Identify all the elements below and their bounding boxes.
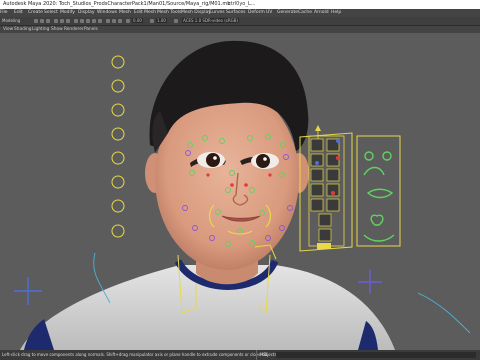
wireframe-icon[interactable] — [74, 19, 78, 23]
menu-windows[interactable]: Windows — [97, 9, 117, 17]
3d-viewport[interactable] — [0, 33, 480, 350]
smooth-shade-icon[interactable] — [80, 19, 84, 23]
menu-arnold[interactable]: Arnold — [314, 9, 329, 17]
grid-icon[interactable] — [54, 19, 58, 23]
menu-surfaces[interactable]: Surfaces — [226, 9, 246, 17]
panel-menu-view[interactable]: View — [3, 26, 13, 33]
menu-generate[interactable]: Generate — [277, 9, 298, 17]
expression-gui-panel[interactable] — [356, 135, 401, 247]
menu-create[interactable]: Create — [28, 9, 43, 17]
color-management-icon[interactable] — [174, 19, 178, 23]
command-line-input[interactable] — [276, 352, 476, 358]
mel-label[interactable]: MEL — [256, 350, 271, 360]
menu-file[interactable]: File — [0, 9, 8, 17]
panel-menu-renderer[interactable]: Renderer — [64, 26, 84, 33]
resolution-gate-icon[interactable] — [66, 19, 70, 23]
panel-menu-bar: View Shading Lighting Show Renderer Pane… — [0, 26, 480, 33]
menu-cache[interactable]: Cache — [298, 9, 312, 17]
menu-mesh-display[interactable]: Mesh Display — [181, 9, 211, 17]
help-line: Left-click drag to move components along… — [0, 350, 480, 360]
locator-cross-left[interactable] — [14, 277, 42, 305]
facial-control-circles[interactable] — [111, 55, 125, 238]
panel-menu-show[interactable]: Show — [51, 26, 63, 33]
panel-menu-panels[interactable]: Panels — [84, 26, 98, 33]
menu-select[interactable]: Select — [44, 9, 58, 17]
window-title: Autodesk Maya 2020: Toch_Studios_ProdsCh… — [3, 1, 231, 7]
viewport-toolbar: Modeling 0.00 1.00 ACES 1.0 SDR-video (s… — [0, 17, 480, 26]
viewport-scene — [14, 40, 471, 350]
lock-camera-icon[interactable] — [40, 19, 44, 23]
panel-menu-shading[interactable]: Shading — [14, 26, 31, 33]
menu-edit[interactable]: Edit — [14, 9, 23, 17]
textured-icon[interactable] — [86, 19, 90, 23]
menu-curves[interactable]: Curves — [209, 9, 225, 17]
menu-mesh[interactable]: Mesh — [119, 9, 131, 17]
gamma-icon[interactable] — [150, 19, 154, 23]
menu-help[interactable]: Help — [331, 9, 341, 17]
gamma-field[interactable]: 1.00 — [156, 18, 167, 23]
window-tab[interactable]: ctrl0yo_L... — [228, 0, 255, 9]
main-menu-bar: File Edit Create Select Modify Display W… — [0, 9, 480, 17]
select-camera-icon[interactable] — [34, 19, 38, 23]
bookmark-icon[interactable] — [46, 19, 50, 23]
backface-icon[interactable] — [118, 19, 122, 23]
menu-display[interactable]: Display — [78, 9, 95, 17]
film-gate-icon[interactable] — [60, 19, 64, 23]
panel-menu-lighting[interactable]: Lighting — [32, 26, 49, 33]
locator-cross-right[interactable] — [358, 270, 382, 294]
menu-uv[interactable]: UV — [266, 9, 272, 17]
menu-modify[interactable]: Modify — [60, 9, 75, 17]
lights-icon[interactable] — [92, 19, 96, 23]
menu-deform[interactable]: Deform — [248, 9, 265, 17]
shadows-icon[interactable] — [98, 19, 102, 23]
facial-gui-panel[interactable] — [299, 125, 353, 252]
xray-icon[interactable] — [106, 19, 110, 23]
xray-joints-icon[interactable] — [112, 19, 116, 23]
title-bar: Autodesk Maya 2020: Toch_Studios_ProdsCh… — [0, 0, 480, 9]
workspace-label[interactable]: Modeling — [2, 17, 20, 25]
view-transform-dropdown[interactable]: ACES 1.0 SDR-video (sRGB) — [182, 18, 240, 23]
menu-edit-mesh[interactable]: Edit Mesh — [134, 9, 156, 17]
menu-mesh-tools[interactable]: Mesh Tools — [157, 9, 181, 17]
exposure-icon[interactable] — [126, 19, 130, 23]
exposure-field[interactable]: 0.00 — [132, 18, 143, 23]
